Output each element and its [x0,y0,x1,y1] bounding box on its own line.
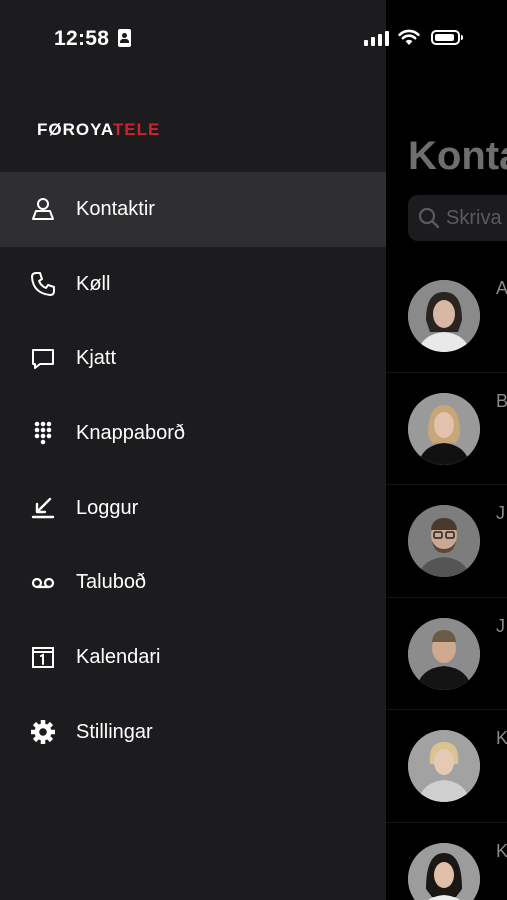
menu-item-knappabord[interactable]: Knappaborð [0,396,386,471]
search-icon [418,207,440,229]
list-item[interactable]: J [386,485,507,598]
foroya-tele-logo: FØROYATELE [37,120,160,140]
menu-item-kontaktir[interactable]: Kontaktir [0,172,386,247]
contact-list: A B J J K K [386,260,507,900]
avatar [408,730,480,802]
menu-item-label: Kjatt [76,347,117,370]
menu-item-label: Loggur [76,496,139,519]
logo-part-1: FØROYA [37,120,113,139]
page-title: Konta [408,134,507,178]
contact-name: A [496,278,507,298]
wifi-icon [398,29,420,45]
menu-item-talubod[interactable]: Taluboð [0,545,386,620]
menu-item-label: Kontaktir [76,197,155,220]
menu-item-koll[interactable]: Køll [0,247,386,322]
contacts-screen: Konta Skriva A B J [386,0,507,900]
list-item[interactable]: A [386,260,507,373]
contact-name: J [496,503,505,523]
menu-item-stillingar[interactable]: Stillingar [0,695,386,770]
search-field[interactable]: Skriva [408,195,507,241]
list-item[interactable]: K [386,823,507,900]
menu-item-label: Taluboð [76,571,147,594]
menu-item-label: Knappaborð [76,421,185,444]
phone-icon [28,269,58,299]
status-time: 12:58 [54,27,110,50]
avatar [408,392,480,465]
menu-item-kalendari[interactable]: Kalendari [0,620,386,695]
id-card-icon [118,29,131,47]
contacts-icon [28,194,58,224]
keypad-icon [28,418,58,448]
voicemail-icon [28,568,58,598]
search-placeholder: Skriva [446,207,502,229]
logo-part-2: TELE [112,120,161,139]
calendar-icon [28,642,58,672]
avatar [408,842,480,900]
menu-item-kjatt[interactable]: Kjatt [0,321,386,396]
contact-name: B [496,390,507,411]
cellular-signal-icon [364,31,390,46]
drawer-menu: Kontaktir Køll Kjatt Knappaborð Loggur T… [0,172,386,770]
navigation-drawer: FØROYATELE Kontaktir Køll Kjatt Knappabo… [0,0,386,900]
avatar [408,505,480,577]
contact-name: J [496,615,505,636]
menu-item-label: Stillingar [76,720,153,743]
avatar [408,617,480,690]
avatar [408,280,480,352]
list-item[interactable]: K [386,710,507,823]
menu-item-label: Kalendari [76,645,161,668]
battery-icon [431,30,463,45]
contact-name: K [496,728,507,748]
gear-icon [28,717,58,747]
status-bar: 12:58 [0,0,507,78]
menu-item-label: Køll [76,272,111,295]
contact-name: K [496,840,507,861]
chat-icon [28,344,58,374]
list-item[interactable]: B [386,373,507,485]
list-item[interactable]: J [386,598,507,710]
menu-item-loggur[interactable]: Loggur [0,471,386,546]
log-icon [28,493,58,523]
